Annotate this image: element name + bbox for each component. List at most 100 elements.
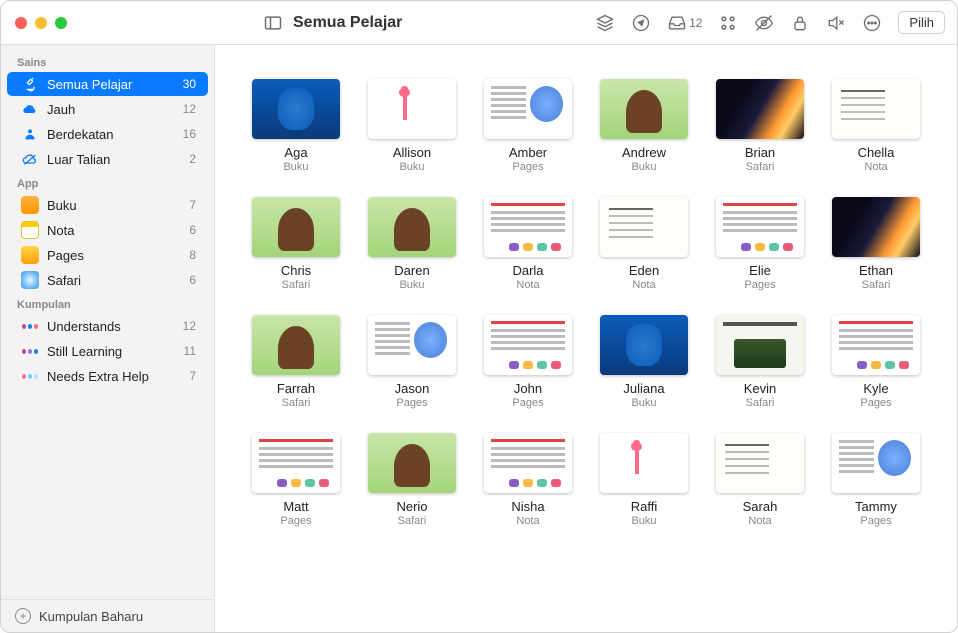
student-cell[interactable]: DarlaNota bbox=[479, 197, 577, 291]
student-cell[interactable]: MattPages bbox=[247, 433, 345, 527]
sidebar-item-group-understands[interactable]: Understands 12 bbox=[7, 314, 208, 338]
student-app: Buku bbox=[283, 161, 308, 173]
sidebar-toggle-icon[interactable] bbox=[263, 13, 283, 33]
stack-icon[interactable] bbox=[595, 13, 615, 33]
sidebar: Sains Semua Pelajar 30 Jauh 12 Berdekata… bbox=[1, 45, 215, 632]
student-cell[interactable]: EdenNota bbox=[595, 197, 693, 291]
student-app: Safari bbox=[282, 397, 311, 409]
student-thumbnail bbox=[484, 197, 572, 257]
maximize-button[interactable] bbox=[55, 17, 67, 29]
student-app: Safari bbox=[862, 279, 891, 291]
student-thumbnail bbox=[600, 315, 688, 375]
student-app: Nota bbox=[516, 515, 539, 527]
sidebar-item-count: 12 bbox=[183, 319, 198, 333]
student-cell[interactable]: EthanSafari bbox=[827, 197, 925, 291]
student-name: Elie bbox=[749, 263, 771, 278]
cloud-off-icon bbox=[21, 150, 39, 168]
sidebar-item-group-learning[interactable]: Still Learning 11 bbox=[7, 339, 208, 363]
student-cell[interactable]: NishaNota bbox=[479, 433, 577, 527]
more-icon[interactable] bbox=[862, 13, 882, 33]
inbox-count: 12 bbox=[689, 16, 702, 30]
student-thumbnail bbox=[716, 433, 804, 493]
student-name: Nerio bbox=[396, 499, 427, 514]
student-cell[interactable]: KevinSafari bbox=[711, 315, 809, 409]
student-name: Amber bbox=[509, 145, 547, 160]
student-thumbnail bbox=[252, 79, 340, 139]
student-app: Pages bbox=[512, 161, 543, 173]
student-app: Nota bbox=[864, 161, 887, 173]
student-app: Buku bbox=[399, 161, 424, 173]
student-cell[interactable]: TammyPages bbox=[827, 433, 925, 527]
grid-icon[interactable] bbox=[718, 13, 738, 33]
notes-app-icon bbox=[21, 221, 39, 239]
sidebar-item-count: 6 bbox=[189, 223, 198, 237]
inbox-button[interactable]: 12 bbox=[667, 13, 702, 33]
student-cell[interactable]: DarenBuku bbox=[363, 197, 461, 291]
student-thumbnail bbox=[600, 433, 688, 493]
student-cell[interactable]: AllisonBuku bbox=[363, 79, 461, 173]
group-dots-icon bbox=[21, 367, 39, 385]
student-cell[interactable]: SarahNota bbox=[711, 433, 809, 527]
section-header-class: Sains bbox=[1, 51, 214, 71]
student-cell[interactable]: JohnPages bbox=[479, 315, 577, 409]
sidebar-item-count: 11 bbox=[184, 344, 198, 358]
student-name: Aga bbox=[284, 145, 307, 160]
person-circle-icon bbox=[21, 125, 39, 143]
student-cell[interactable]: AmberPages bbox=[479, 79, 577, 173]
mute-icon[interactable] bbox=[826, 13, 846, 33]
student-thumbnail bbox=[368, 79, 456, 139]
traffic-lights bbox=[15, 17, 215, 29]
compass-icon[interactable] bbox=[631, 13, 651, 33]
plus-circle-icon: + bbox=[15, 608, 31, 624]
student-name: Andrew bbox=[622, 145, 666, 160]
student-app: Nota bbox=[748, 515, 771, 527]
student-name: Juliana bbox=[623, 381, 664, 396]
lock-icon[interactable] bbox=[790, 13, 810, 33]
student-thumbnail bbox=[368, 433, 456, 493]
sidebar-item-count: 6 bbox=[189, 273, 198, 287]
student-cell[interactable]: RaffiBuku bbox=[595, 433, 693, 527]
eye-off-icon[interactable] bbox=[754, 13, 774, 33]
sidebar-item-label: Pages bbox=[47, 248, 84, 263]
student-app: Buku bbox=[631, 161, 656, 173]
new-group-button[interactable]: + Kumpulan Baharu bbox=[1, 599, 214, 632]
student-cell[interactable]: NerioSafari bbox=[363, 433, 461, 527]
group-dots-icon bbox=[21, 317, 39, 335]
sidebar-item-all-students[interactable]: Semua Pelajar 30 bbox=[7, 72, 208, 96]
student-name: Nisha bbox=[511, 499, 544, 514]
close-button[interactable] bbox=[15, 17, 27, 29]
student-cell[interactable]: ChrisSafari bbox=[247, 197, 345, 291]
student-cell[interactable]: AndrewBuku bbox=[595, 79, 693, 173]
student-cell[interactable]: JasonPages bbox=[363, 315, 461, 409]
student-cell[interactable]: JulianaBuku bbox=[595, 315, 693, 409]
sidebar-item-notes[interactable]: Nota 6 bbox=[7, 218, 208, 242]
student-thumbnail bbox=[600, 79, 688, 139]
page-title: Semua Pelajar bbox=[293, 14, 402, 32]
sidebar-item-label: Understands bbox=[47, 319, 121, 334]
sidebar-item-books[interactable]: Buku 7 bbox=[7, 193, 208, 217]
student-thumbnail bbox=[484, 315, 572, 375]
sidebar-item-nearby[interactable]: Berdekatan 16 bbox=[7, 122, 208, 146]
sidebar-item-group-help[interactable]: Needs Extra Help 7 bbox=[7, 364, 208, 388]
student-thumbnail bbox=[716, 197, 804, 257]
student-cell[interactable]: FarrahSafari bbox=[247, 315, 345, 409]
student-cell[interactable]: AgaBuku bbox=[247, 79, 345, 173]
sidebar-item-pages[interactable]: Pages 8 bbox=[7, 243, 208, 267]
student-app: Pages bbox=[744, 279, 775, 291]
student-cell[interactable]: BrianSafari bbox=[711, 79, 809, 173]
sidebar-item-label: Safari bbox=[47, 273, 81, 288]
student-cell[interactable]: ChellaNota bbox=[827, 79, 925, 173]
sidebar-item-safari[interactable]: Safari 6 bbox=[7, 268, 208, 292]
sidebar-item-remote[interactable]: Jauh 12 bbox=[7, 97, 208, 121]
student-thumbnail bbox=[716, 315, 804, 375]
student-cell[interactable]: KylePages bbox=[827, 315, 925, 409]
student-name: Ethan bbox=[859, 263, 893, 278]
student-cell[interactable]: EliePages bbox=[711, 197, 809, 291]
student-thumbnail bbox=[832, 315, 920, 375]
select-button[interactable]: Pilih bbox=[898, 11, 945, 34]
student-thumbnail bbox=[368, 197, 456, 257]
sidebar-item-label: Luar Talian bbox=[47, 152, 110, 167]
minimize-button[interactable] bbox=[35, 17, 47, 29]
sidebar-item-offline[interactable]: Luar Talian 2 bbox=[7, 147, 208, 171]
app-window: Semua Pelajar 12 bbox=[0, 0, 958, 633]
